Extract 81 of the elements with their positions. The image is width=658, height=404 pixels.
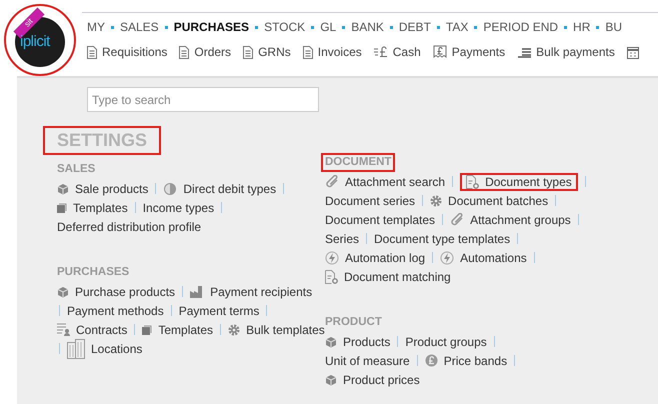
settings-link[interactable]: Document templates xyxy=(319,210,442,228)
lightning-icon xyxy=(440,250,454,264)
toolbar-link[interactable]: Orders xyxy=(179,45,232,59)
document-gear-icon xyxy=(325,270,338,284)
building-icon xyxy=(67,338,85,358)
settings-link[interactable]: Income types xyxy=(136,198,220,216)
calendar-icon[interactable] xyxy=(626,46,639,58)
nav-tab[interactable]: STOCK xyxy=(264,20,306,34)
settings-link[interactable]: Series xyxy=(319,230,366,248)
section-heading: PRODUCT xyxy=(324,315,383,330)
stacked-square-icon xyxy=(57,202,67,212)
paperclip-icon xyxy=(450,212,464,226)
settings-link[interactable]: Product groups xyxy=(399,332,493,350)
pound-lines-icon xyxy=(374,46,388,58)
search-field[interactable]: Type to search xyxy=(87,87,319,112)
settings-icon xyxy=(430,194,442,206)
box-icon xyxy=(57,286,69,298)
stacked-lines-icon xyxy=(517,46,532,58)
document-icon xyxy=(179,46,190,58)
nav-tab[interactable]: BU xyxy=(605,20,622,34)
pound-coin-icon xyxy=(424,354,438,367)
nav-tab[interactable]: DEBT xyxy=(398,20,431,34)
settings-link[interactable]: Direct debit types xyxy=(157,180,282,198)
document-icon xyxy=(302,46,313,58)
toolbar-link[interactable]: Cash xyxy=(374,45,421,59)
nav-tab[interactable]: HR xyxy=(573,20,590,34)
toolbar-link[interactable]: Requisitions xyxy=(87,45,168,59)
nav-tab[interactable]: GL xyxy=(320,20,336,34)
settings-link[interactable]: Automation log xyxy=(319,248,432,266)
settings-link[interactable]: Contracts xyxy=(51,320,134,338)
settings-link[interactable]: Document series xyxy=(319,192,422,210)
document-icon xyxy=(87,46,97,58)
settings-link[interactable]: Automations xyxy=(434,248,533,266)
nav-tab[interactable]: MY xyxy=(87,20,105,34)
settings-link[interactable]: Attachment groups xyxy=(444,210,577,228)
settings-link[interactable]: Payment methods xyxy=(61,302,170,320)
section-heading: SALES xyxy=(56,162,96,177)
settings-link[interactable]: Document matching xyxy=(319,268,457,286)
section-heading: DOCUMENT xyxy=(321,153,396,172)
nav-tab[interactable]: PERIOD END xyxy=(483,20,558,34)
separator xyxy=(59,343,60,354)
paperclip-icon xyxy=(325,174,339,188)
separator xyxy=(59,305,60,316)
nav-tab[interactable]: BANK xyxy=(351,20,384,34)
stacked-square-icon xyxy=(142,324,152,334)
page-title: SETTINGS xyxy=(43,126,162,155)
settings-icon xyxy=(228,324,240,336)
lightning-icon xyxy=(325,250,339,264)
settings-link[interactable]: Unit of measure xyxy=(319,352,416,370)
document-gear-icon xyxy=(466,174,480,188)
factory-icon xyxy=(190,286,204,298)
box-icon xyxy=(325,336,337,348)
section-heading: PURCHASES xyxy=(56,265,130,280)
settings-link[interactable]: Deferred distribution profile xyxy=(51,218,208,236)
toolbar-link[interactable]: Invoices xyxy=(302,45,362,59)
settings-link[interactable]: Document type templates xyxy=(368,230,516,248)
settings-link[interactable]: Templates xyxy=(136,320,220,338)
document-icon xyxy=(243,46,254,58)
settings-link[interactable]: Product prices xyxy=(319,370,426,388)
disc-icon xyxy=(163,182,178,196)
nav-tab[interactable]: PURCHASES xyxy=(174,20,250,34)
settings-link[interactable]: Document batches xyxy=(424,192,554,210)
toolbar-link[interactable]: Payments xyxy=(432,45,506,59)
nav-tab[interactable]: TAX xyxy=(446,20,468,34)
settings-link[interactable]: Products xyxy=(319,332,396,350)
receipt-icon xyxy=(432,45,447,59)
document-person-icon xyxy=(57,323,70,336)
settings-link[interactable]: Payment terms xyxy=(172,302,266,320)
settings-link[interactable]: Price bands xyxy=(418,352,514,370)
settings-link[interactable]: Sale products xyxy=(51,180,154,198)
box-icon xyxy=(57,182,69,194)
toolbar-link[interactable]: Bulk payments xyxy=(517,45,615,59)
settings-link[interactable]: Locations xyxy=(61,336,148,360)
nav-tab[interactable]: SALES xyxy=(120,20,159,34)
settings-link[interactable]: Payment recipients xyxy=(184,282,318,300)
settings-link[interactable]: Purchase products xyxy=(51,282,182,300)
settings-link[interactable]: Attachment search xyxy=(319,172,452,190)
toolbar-link[interactable]: GRNs xyxy=(243,45,291,59)
settings-link[interactable]: Templates xyxy=(51,198,134,216)
settings-link[interactable]: Document types xyxy=(460,172,578,190)
box-icon xyxy=(325,374,337,386)
